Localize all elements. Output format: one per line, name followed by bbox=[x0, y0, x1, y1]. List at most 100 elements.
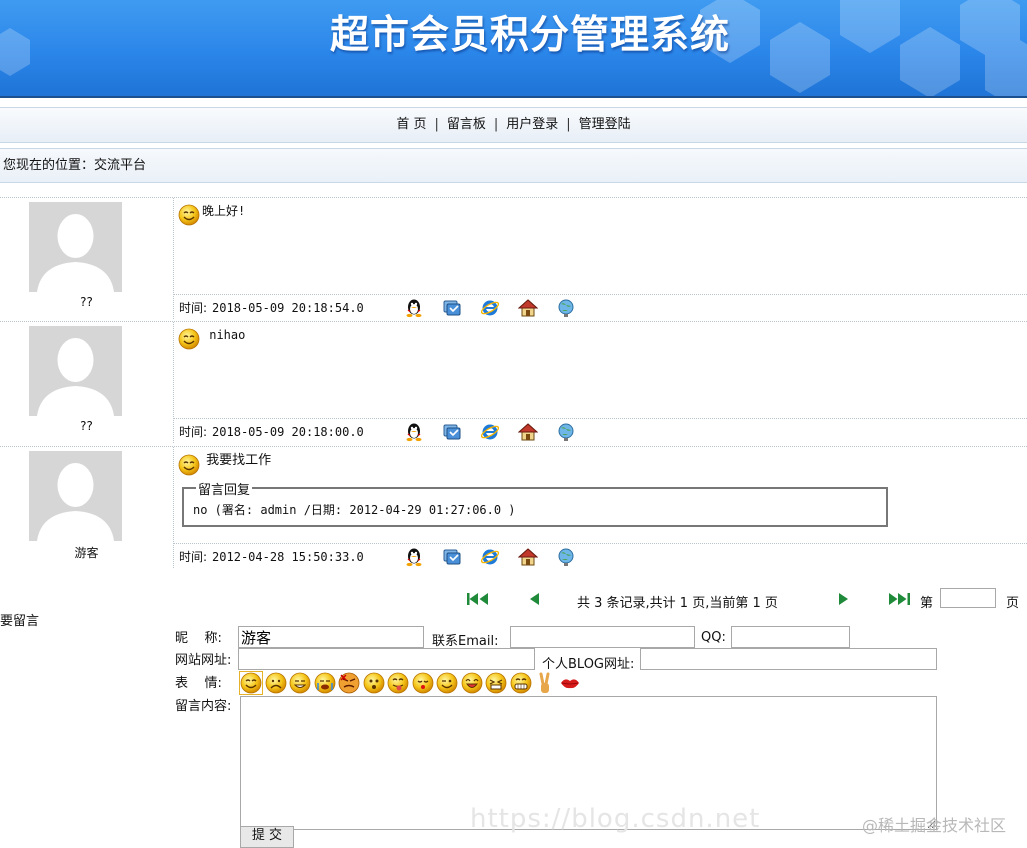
ie-icon[interactable] bbox=[480, 422, 500, 442]
message-time: 2012-04-28 15:50:33.0 bbox=[212, 550, 364, 564]
avatar-placeholder-icon bbox=[29, 202, 122, 292]
message-author-panel: ?? bbox=[0, 322, 174, 443]
shocked-icon[interactable] bbox=[363, 672, 385, 694]
breadcrumb: 您现在的位置：交流平台 bbox=[0, 148, 1027, 183]
goto-page-input[interactable] bbox=[940, 588, 996, 608]
message-content: nihao bbox=[178, 328, 1018, 350]
tongue-icon[interactable] bbox=[387, 672, 409, 694]
pager-info: 共 3 条记录,共计 1 页,当前第 1 页 bbox=[577, 596, 778, 611]
nav-guestbook[interactable]: 留言板 bbox=[447, 117, 486, 132]
msn-icon[interactable] bbox=[442, 547, 462, 567]
nav-separator: | bbox=[434, 117, 439, 132]
time-label: 时间: bbox=[179, 550, 208, 564]
message-author: ?? bbox=[80, 419, 93, 433]
home-icon[interactable] bbox=[518, 298, 538, 318]
avatar-placeholder-icon bbox=[29, 326, 122, 416]
message-author-panel: 游客 bbox=[0, 447, 174, 568]
email-label: 联系Email: bbox=[432, 634, 499, 649]
qq-label: QQ: bbox=[701, 630, 726, 645]
msn-icon[interactable] bbox=[442, 298, 462, 318]
first-page-icon[interactable] bbox=[466, 592, 490, 606]
smile-icon bbox=[178, 328, 200, 350]
nav-user-login[interactable]: 用户登录 bbox=[506, 117, 558, 132]
message-text: 晚上好! bbox=[202, 203, 246, 218]
message-content: 我要找工作 bbox=[178, 453, 1018, 476]
grin-icon[interactable] bbox=[289, 672, 311, 694]
cry-icon[interactable] bbox=[314, 672, 336, 694]
msn-icon[interactable] bbox=[442, 422, 462, 442]
message-text: 我要找工作 bbox=[202, 453, 272, 468]
content-label: 留言内容: bbox=[175, 699, 232, 714]
breadcrumb-text: 您现在的位置：交流平台 bbox=[3, 158, 147, 173]
message-footer: 时间: 2018-05-09 20:18:00.0 bbox=[174, 418, 1027, 443]
smile-icon[interactable] bbox=[239, 671, 263, 695]
smile-icon bbox=[178, 204, 200, 226]
time-label: 时间: bbox=[179, 301, 208, 315]
message-footer: 时间: 2012-04-28 15:50:33.0 bbox=[174, 543, 1027, 568]
home-icon[interactable] bbox=[518, 547, 538, 567]
message-author-panel: ?? bbox=[0, 198, 174, 319]
pagination: 共 3 条记录,共计 1 页,当前第 1 页 第 页 bbox=[0, 588, 1027, 612]
ie-icon[interactable] bbox=[480, 547, 500, 567]
globe-icon[interactable] bbox=[556, 422, 576, 442]
main-nav: 首 页 | 留言板 | 用户登录 | 管理登陆 bbox=[0, 107, 1027, 143]
email-input[interactable] bbox=[510, 626, 695, 648]
nav-home[interactable]: 首 页 bbox=[396, 117, 426, 132]
prev-page-icon[interactable] bbox=[528, 592, 540, 606]
system-title: 超市会员积分管理系统 bbox=[329, 13, 730, 58]
smile-icon bbox=[178, 454, 200, 476]
laugh-icon[interactable] bbox=[461, 672, 483, 694]
avatar-placeholder-icon bbox=[29, 451, 122, 541]
time-label: 时间: bbox=[179, 425, 208, 439]
teeth-icon[interactable] bbox=[510, 672, 532, 694]
ie-icon[interactable] bbox=[480, 298, 500, 318]
message-time: 2018-05-09 20:18:00.0 bbox=[212, 425, 364, 439]
nav-separator: | bbox=[493, 117, 499, 132]
lips-icon[interactable] bbox=[559, 672, 581, 694]
grimace-icon[interactable] bbox=[485, 672, 507, 694]
submit-button[interactable]: 提 交 bbox=[240, 826, 294, 848]
watermark-text: @稀土掘金技术社区 bbox=[862, 816, 1007, 835]
qq-input[interactable] bbox=[731, 626, 850, 648]
qq-icon[interactable] bbox=[404, 547, 424, 567]
nav-separator: | bbox=[566, 117, 571, 132]
emotion-label: 表 情: bbox=[175, 676, 222, 691]
goto-prefix: 第 bbox=[920, 596, 934, 611]
reply-text: no (署名: admin /日期: 2012-04-29 01:27:06.0… bbox=[193, 503, 516, 517]
nickname-label: 昵 称: bbox=[175, 631, 222, 646]
message-item: ?? nihao 时间: 2018-05-09 20:18:00.0 bbox=[0, 321, 1027, 443]
goto-suffix: 页 bbox=[1006, 596, 1020, 611]
victory-hand-icon[interactable] bbox=[534, 672, 556, 694]
blog-input[interactable] bbox=[640, 648, 937, 670]
nav-admin-login[interactable]: 管理登陆 bbox=[579, 117, 631, 132]
message-author: 游客 bbox=[74, 546, 99, 560]
site-input[interactable] bbox=[238, 648, 535, 670]
message-item: ?? 晚上好! 时间: 2018-05-09 20:18:54.0 bbox=[0, 197, 1027, 319]
angry-icon[interactable] bbox=[338, 672, 360, 694]
url-watermark: https://blog.csdn.net bbox=[470, 804, 761, 834]
site-label: 网站网址: bbox=[175, 653, 232, 668]
wink-icon[interactable] bbox=[436, 672, 458, 694]
last-page-icon[interactable] bbox=[888, 592, 912, 606]
blog-label: 个人BLOG网址: bbox=[542, 657, 635, 672]
globe-icon[interactable] bbox=[556, 298, 576, 318]
reply-title: 留言回复 bbox=[196, 479, 253, 498]
message-author: ?? bbox=[80, 295, 93, 309]
kiss-face-icon[interactable] bbox=[412, 672, 434, 694]
qq-icon[interactable] bbox=[404, 422, 424, 442]
form-title: 要留言 bbox=[0, 614, 40, 629]
message-item: 游客 我要找工作 留言回复 no (署名: admin /日期: 2012-04… bbox=[0, 446, 1027, 568]
qq-icon[interactable] bbox=[404, 298, 424, 318]
next-page-icon[interactable] bbox=[838, 592, 850, 606]
message-time: 2018-05-09 20:18:54.0 bbox=[212, 301, 364, 315]
nickname-input[interactable] bbox=[238, 626, 424, 648]
message-footer: 时间: 2018-05-09 20:18:54.0 bbox=[174, 294, 1027, 319]
sad-icon[interactable] bbox=[265, 672, 287, 694]
globe-icon[interactable] bbox=[556, 547, 576, 567]
banner-divider bbox=[0, 96, 1027, 98]
message-content: 晚上好! bbox=[178, 204, 1018, 226]
message-text: nihao bbox=[202, 327, 246, 342]
home-icon[interactable] bbox=[518, 422, 538, 442]
emotion-picker bbox=[239, 671, 583, 695]
header-banner: 超市会员积分管理系统 bbox=[0, 0, 1027, 96]
